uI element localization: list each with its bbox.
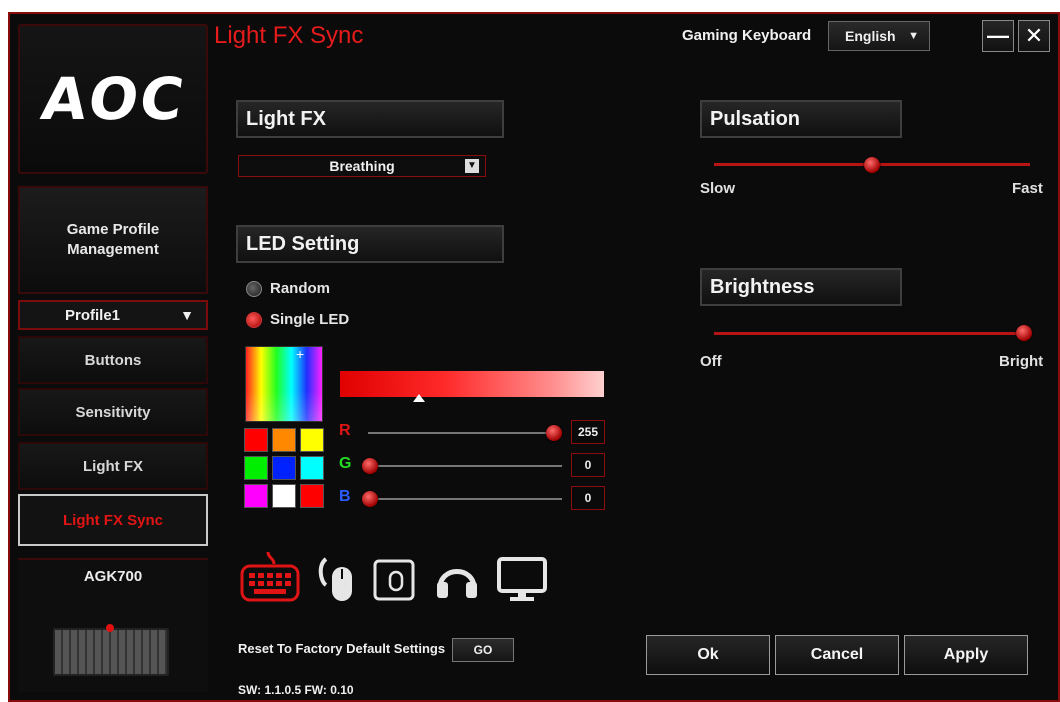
led-setting-header-text: LED Setting: [246, 233, 360, 255]
chevron-down-icon: ▼: [908, 30, 919, 42]
language-select[interactable]: English ▼: [828, 21, 930, 51]
color-swatch[interactable]: [300, 456, 324, 480]
radio-random-label: Random: [270, 280, 330, 297]
mouse-icon[interactable]: [316, 555, 356, 603]
minimize-button[interactable]: —: [982, 20, 1014, 52]
keyboard-icon[interactable]: [238, 550, 302, 604]
color-swatch[interactable]: [272, 456, 296, 480]
nav-sensitivity-label: Sensitivity: [75, 403, 151, 421]
channel-r-value[interactable]: 255: [571, 420, 605, 444]
reset-go-button[interactable]: GO: [452, 638, 514, 662]
color-swatch[interactable]: [272, 428, 296, 452]
cancel-button[interactable]: Cancel: [775, 635, 899, 675]
light-fx-select[interactable]: Breathing ▼: [238, 155, 486, 177]
version-text: SW: 1.1.0.5 FW: 0.10: [238, 683, 354, 697]
color-swatch[interactable]: [272, 484, 296, 508]
brightness-max-label: Bright: [999, 353, 1044, 370]
game-profile-management-button[interactable]: Game Profile Management: [18, 186, 208, 294]
channel-g-label: G: [339, 455, 352, 472]
nav-light-fx-sync[interactable]: Light FX Sync: [18, 494, 208, 546]
language-value: English: [845, 28, 896, 44]
nav-buttons-label: Buttons: [84, 351, 142, 369]
keyboard-led-indicator: [106, 624, 114, 632]
device-panel: AGK700: [18, 558, 208, 692]
ok-button[interactable]: Ok: [646, 635, 770, 675]
gradient-marker[interactable]: [413, 394, 425, 402]
brightness-slider-knob[interactable]: [1016, 325, 1032, 341]
ok-label: Ok: [697, 646, 719, 663]
color-swatch[interactable]: [300, 484, 324, 508]
profile-value: Profile1: [65, 306, 121, 324]
close-icon: ✕: [1024, 23, 1044, 48]
nav-light-fx-label: Light FX: [83, 457, 143, 475]
channel-g-track[interactable]: [368, 465, 562, 467]
apply-label: Apply: [943, 646, 989, 663]
light-fx-header-text: Light FX: [246, 108, 326, 130]
channel-b-knob[interactable]: [362, 491, 378, 507]
device-label: Gaming Keyboard: [682, 27, 812, 44]
nav-light-fx-sync-label: Light FX Sync: [62, 511, 163, 529]
pulsation-max-label: Fast: [1012, 180, 1043, 197]
chevron-down-icon: ▼: [465, 159, 479, 173]
color-swatch[interactable]: [244, 428, 268, 452]
minimize-icon: —: [987, 23, 1009, 48]
color-picker[interactable]: +: [245, 346, 323, 422]
device-name: AGK700: [83, 568, 143, 585]
logo: AOC: [18, 24, 208, 174]
color-gradient-bar[interactable]: [340, 371, 604, 397]
brightness-header: Brightness: [700, 268, 902, 306]
sidebar: AOC Game Profile Management Profile1 ▼ B…: [18, 24, 210, 692]
logo-text: AOC: [36, 65, 190, 133]
channel-g-value[interactable]: 0: [571, 453, 605, 477]
page-title: Light FX Sync: [214, 22, 364, 49]
color-swatch[interactable]: [244, 484, 268, 508]
nav-sensitivity[interactable]: Sensitivity: [18, 388, 208, 436]
nav-buttons[interactable]: Buttons: [18, 336, 208, 384]
channel-b-track[interactable]: [368, 498, 562, 500]
light-fx-header: Light FX: [236, 100, 504, 138]
brightness-header-text: Brightness: [710, 276, 815, 298]
color-swatch[interactable]: [300, 428, 324, 452]
radio-random-dot: [246, 280, 262, 297]
channel-b-value[interactable]: 0: [571, 486, 605, 510]
pulsation-slider-knob[interactable]: [864, 157, 880, 173]
radio-single-led[interactable]: Single LED: [246, 311, 349, 328]
channel-g-knob[interactable]: [362, 458, 378, 474]
channel-r-knob[interactable]: [546, 425, 562, 441]
radio-single-led-dot: [246, 311, 262, 328]
pulsation-min-label: Slow: [700, 180, 736, 197]
channel-r-track[interactable]: [368, 432, 562, 434]
keyboard-thumbnail: [53, 628, 169, 676]
chevron-down-icon: ▼: [180, 307, 194, 323]
radio-random[interactable]: Random: [246, 280, 330, 297]
light-fx-value: Breathing: [329, 158, 395, 174]
game-profile-label-line1: Game Profile: [66, 221, 160, 238]
profile-select[interactable]: Profile1 ▼: [18, 300, 208, 330]
color-swatch[interactable]: [244, 456, 268, 480]
pulsation-header-text: Pulsation: [710, 108, 801, 130]
pulsation-header: Pulsation: [700, 100, 902, 138]
go-label: GO: [473, 643, 493, 657]
cancel-label: Cancel: [810, 646, 864, 663]
brightness-track[interactable]: [714, 332, 1030, 335]
radio-single-led-label: Single LED: [270, 311, 350, 328]
channel-b-label: B: [339, 488, 351, 505]
nav-light-fx[interactable]: Light FX: [18, 442, 208, 490]
monitor-icon[interactable]: [496, 556, 548, 604]
headset-icon[interactable]: [434, 558, 480, 600]
channel-r-label: R: [339, 422, 351, 439]
reset-label: Reset To Factory Default Settings: [238, 641, 446, 656]
header-bar: Light FX Sync Gaming Keyboard English ▼ …: [204, 12, 1050, 66]
picker-crosshair-icon: +: [296, 346, 305, 362]
brightness-min-label: Off: [700, 353, 722, 370]
mousepad-icon[interactable]: [372, 558, 416, 602]
close-button[interactable]: ✕: [1018, 20, 1050, 52]
apply-button[interactable]: Apply: [904, 635, 1028, 675]
led-setting-header: LED Setting: [236, 225, 504, 263]
game-profile-label-line2: Management: [67, 241, 159, 258]
